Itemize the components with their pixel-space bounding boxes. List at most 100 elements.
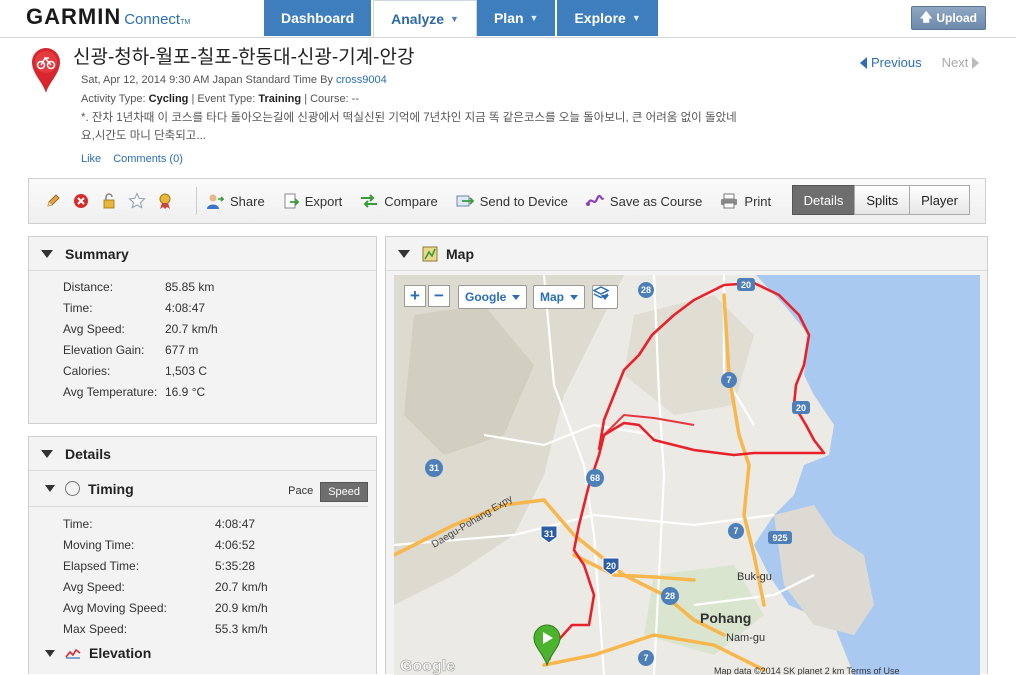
nav-tab-label: Analyze xyxy=(391,11,445,27)
map-panel: Map 28 20 7 20 31 68 31 7 20 925 28 7 Bu… xyxy=(385,236,988,675)
summary-header[interactable]: Summary xyxy=(29,237,376,271)
stat-row: Avg Speed: 20.7 km/h xyxy=(63,576,376,597)
route-map[interactable]: 28 20 7 20 31 68 31 7 20 925 28 7 Buk-gu… xyxy=(394,275,980,675)
print-button[interactable]: Print xyxy=(720,193,771,209)
activity-edit-tools xyxy=(29,187,197,215)
export-icon xyxy=(284,193,299,209)
view-switcher: Details Splits Player xyxy=(791,185,970,215)
elevation-section-header[interactable]: Elevation xyxy=(29,641,376,665)
previous-label: Previous xyxy=(871,55,922,70)
tab-details[interactable]: Details xyxy=(791,185,856,215)
stat-row: Time: 4:08:47 xyxy=(63,297,376,318)
like-link[interactable]: Like xyxy=(81,153,101,165)
map-title: Map xyxy=(446,245,474,262)
privacy-lock-icon[interactable] xyxy=(95,193,123,209)
stat-row: Elapsed Time: 5:35:28 xyxy=(63,555,376,576)
details-panel: Details Timing Pace Speed Time: 4:08:47 M… xyxy=(28,436,377,674)
nav-tab-explore[interactable]: Explore ▼ xyxy=(557,0,660,36)
pencil-icon[interactable] xyxy=(39,193,67,209)
stat-value: 20.7 km/h xyxy=(165,321,218,336)
route-shield: 20 xyxy=(741,280,751,290)
place-label: Buk-gu xyxy=(737,571,772,583)
activity-type-value: Cycling xyxy=(148,93,189,105)
nav-tab-dashboard[interactable]: Dashboard xyxy=(264,0,374,36)
course-label: | Course: -- xyxy=(304,93,359,105)
previous-link[interactable]: Previous xyxy=(860,55,922,70)
map-header[interactable]: Map xyxy=(386,237,987,271)
event-type-label: | Event Type: xyxy=(191,93,256,105)
main-nav: Dashboard Analyze ▼ Plan ▼ Explore ▼ xyxy=(264,0,660,37)
route-shield: 28 xyxy=(641,285,651,295)
map-type-select[interactable]: Map xyxy=(533,285,585,309)
map-icon xyxy=(422,246,438,261)
stat-label: Distance: xyxy=(63,279,114,294)
activity-toolbar: Share Export Compare Send to Device Save… xyxy=(28,178,986,224)
stat-row: Max Speed: 55.3 km/h xyxy=(63,618,376,639)
zoom-in-button[interactable]: + xyxy=(404,285,426,307)
arrow-left-icon xyxy=(860,56,867,69)
activity-title[interactable]: 신광-청하-월포-칠포-한동대-신광-기계-안강 xyxy=(73,42,414,69)
stat-label: Avg Speed: xyxy=(63,579,125,594)
place-label: Nam-gu xyxy=(726,632,765,644)
compare-button[interactable]: Compare xyxy=(360,193,438,209)
stat-label: Avg Temperature: xyxy=(63,384,158,399)
garmin-connect-logo[interactable]: GARMIN Connect TM xyxy=(26,4,190,30)
map-layers-select[interactable] xyxy=(592,285,618,309)
chevron-down-icon xyxy=(570,294,578,300)
collapse-triangle-icon xyxy=(398,249,410,258)
stat-label: Avg Speed: xyxy=(63,321,125,336)
route-shield: 7 xyxy=(726,375,731,385)
save-as-course-button[interactable]: Save as Course xyxy=(585,193,703,209)
user-link[interactable]: cross9004 xyxy=(336,74,387,86)
stat-row: Avg Temperature: 16.9 °C xyxy=(63,381,376,402)
send-to-device-button[interactable]: Send to Device xyxy=(456,193,568,209)
route-shield: 31 xyxy=(429,463,439,473)
summary-panel: Summary Distance: 85.85 km Time: 4:08:47 A… xyxy=(28,236,377,424)
stat-value: 85.85 km xyxy=(165,279,215,294)
brand-sub: Connect xyxy=(124,11,181,28)
cycling-activity-icon xyxy=(32,48,60,93)
pace-toggle[interactable]: Pace xyxy=(281,482,320,502)
route-shield: 31 xyxy=(544,529,554,539)
star-icon[interactable] xyxy=(123,192,151,210)
clock-icon xyxy=(65,481,80,496)
export-button[interactable]: Export xyxy=(283,193,342,209)
top-navigation-bar: GARMIN Connect TM Dashboard Analyze ▼ Pla… xyxy=(0,0,1016,38)
brand-tm: TM xyxy=(180,19,191,26)
tab-player[interactable]: Player xyxy=(909,185,970,215)
details-header[interactable]: Details xyxy=(29,437,376,471)
stat-label: Calories: xyxy=(63,363,111,378)
save-as-course-label: Save as Course xyxy=(609,193,703,209)
upload-button[interactable]: 🡅 Upload xyxy=(911,6,986,30)
stat-value: 4:06:52 xyxy=(215,537,256,552)
tab-splits[interactable]: Splits xyxy=(854,185,911,215)
nav-tab-analyze[interactable]: Analyze ▼ xyxy=(373,0,477,37)
collapse-triangle-icon xyxy=(41,249,53,258)
speed-toggle[interactable]: Speed xyxy=(320,482,368,502)
arrow-right-icon xyxy=(972,56,980,69)
nav-tab-label: Plan xyxy=(493,10,524,26)
map-provider-select[interactable]: Google xyxy=(458,285,528,309)
route-shield: 68 xyxy=(590,473,600,483)
stat-value: 16.9 °C xyxy=(165,384,206,399)
delete-icon[interactable] xyxy=(67,193,95,209)
comments-link[interactable]: Comments (0) xyxy=(113,153,183,165)
nav-tab-plan[interactable]: Plan ▼ xyxy=(476,0,558,36)
pace-speed-toggle: Pace Speed xyxy=(281,482,368,502)
social-links: Like Comments (0) xyxy=(81,153,183,165)
stat-label: Time: xyxy=(63,516,93,531)
next-label: Next xyxy=(941,55,969,70)
badge-ribbon-icon[interactable] xyxy=(151,192,179,210)
share-button[interactable]: Share xyxy=(206,193,265,209)
next-link[interactable]: Next xyxy=(942,55,980,70)
stat-label: Elevation Gain: xyxy=(63,342,145,357)
stat-row: Time: 4:08:47 xyxy=(63,513,376,534)
zoom-out-button[interactable]: − xyxy=(428,285,450,307)
collapse-triangle-icon xyxy=(45,649,55,657)
brand-name: GARMIN xyxy=(26,4,122,29)
print-label: Print xyxy=(744,193,772,209)
nav-tab-label: Explore xyxy=(574,10,626,26)
map-provider-label: Google xyxy=(465,290,507,304)
activity-date-text: Sat, Apr 12, 2014 9:30 AM Japan Standard… xyxy=(81,74,333,86)
activity-description: *. 잔차 1년차때 이 코스를 타다 돌아오는길에 신광에서 떡실신된 기억에… xyxy=(81,112,737,142)
